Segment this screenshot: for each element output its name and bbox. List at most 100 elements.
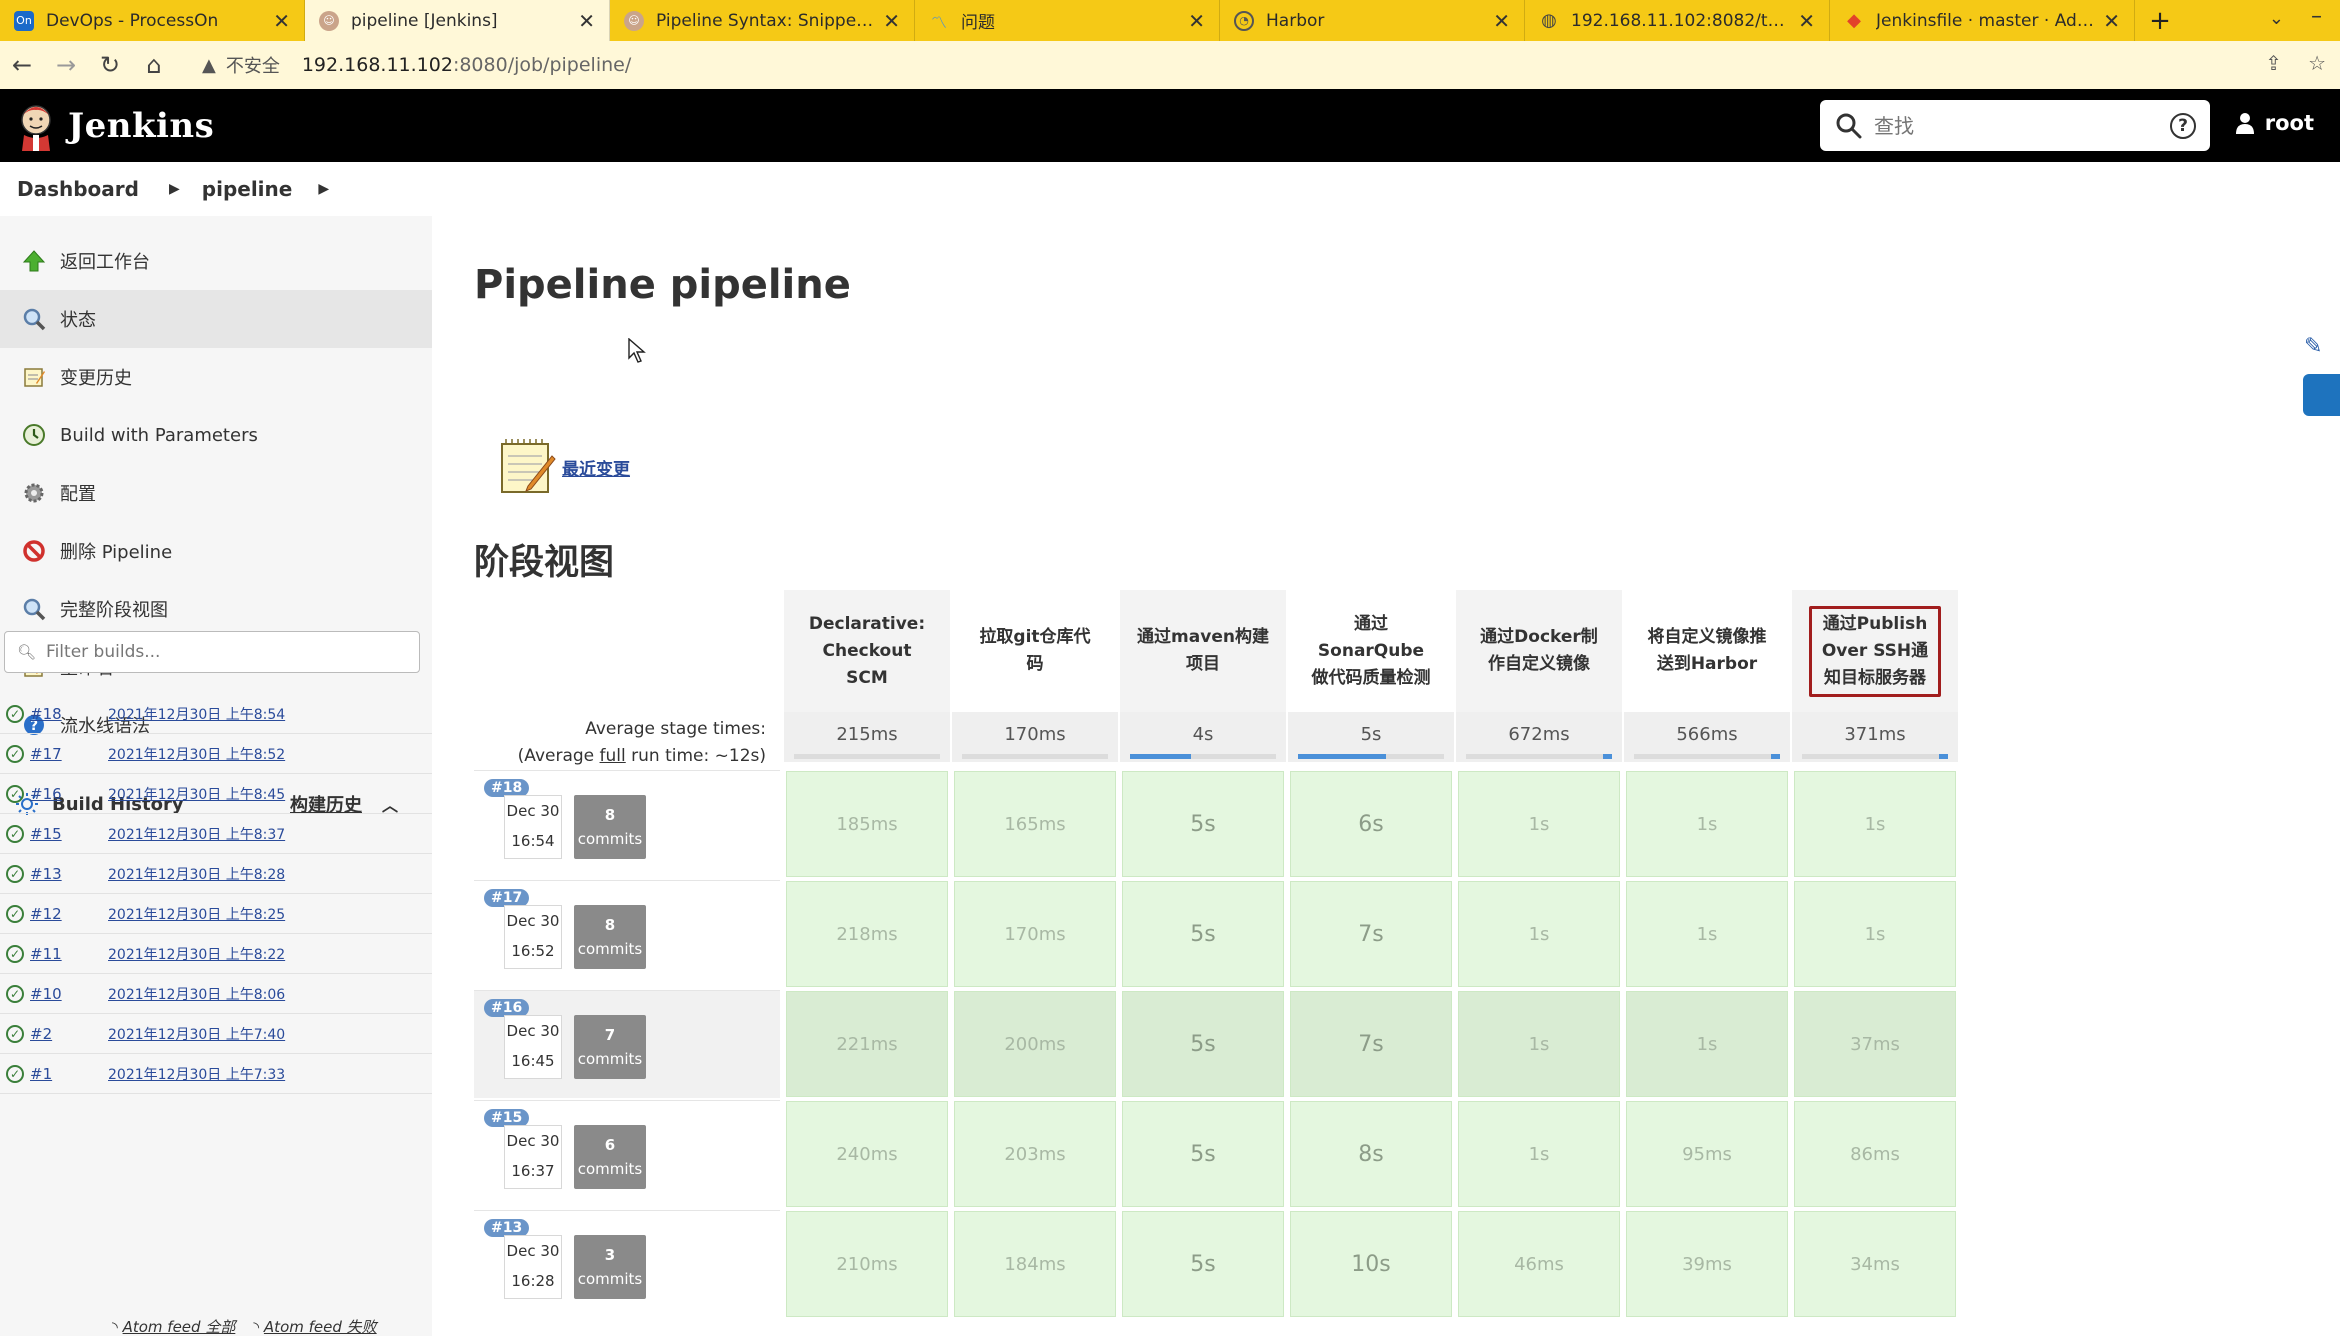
stage-cell-success[interactable]: 170ms	[954, 881, 1116, 987]
run-commits-button[interactable]: 8 commits	[574, 905, 646, 969]
browser-tab[interactable]: ◔ Harbor ✕	[1220, 0, 1525, 41]
stage-cell-success[interactable]: 1s	[1794, 881, 1956, 987]
build-number-link[interactable]: #13	[30, 865, 108, 883]
chevron-right-icon[interactable]: ▶	[169, 181, 180, 197]
stage-cell-success[interactable]: 46ms	[1458, 1211, 1620, 1317]
run-commits-button[interactable]: 6 commits	[574, 1125, 646, 1189]
build-history-row[interactable]: ✓ #2 2021年12月30日 上午7:40	[0, 1014, 432, 1054]
stage-cell-success[interactable]: 1s	[1458, 991, 1620, 1097]
stage-cell-success[interactable]: 5s	[1122, 1211, 1284, 1317]
build-date-link[interactable]: 2021年12月30日 上午7:33	[108, 1064, 285, 1084]
sidebar-item-delete-pipeline[interactable]: 删除 Pipeline	[0, 522, 432, 580]
build-date-link[interactable]: 2021年12月30日 上午8:28	[108, 864, 285, 884]
edit-description-button[interactable]	[2303, 374, 2340, 416]
stage-cell-success[interactable]: 185ms	[786, 771, 948, 877]
build-history-row[interactable]: ✓ #16 2021年12月30日 上午8:45	[0, 774, 432, 814]
stage-cell-success[interactable]: 6s	[1290, 771, 1452, 877]
browser-tab[interactable]: ◍ 192.168.11.102:8082/test ✕	[1525, 0, 1830, 41]
search-box[interactable]: ?	[1820, 100, 2210, 151]
forward-icon[interactable]: →	[44, 51, 88, 79]
stage-cell-success[interactable]: 165ms	[954, 771, 1116, 877]
stage-cell-success[interactable]: 1s	[1626, 881, 1788, 987]
jenkins-title[interactable]: Jenkins	[68, 106, 214, 146]
stage-cell-success[interactable]: 1s	[1626, 991, 1788, 1097]
browser-tab-active[interactable]: ☺ pipeline [Jenkins] ✕	[305, 0, 610, 41]
stage-cell-success[interactable]: 240ms	[786, 1101, 948, 1207]
browser-tab[interactable]: ☺ Pipeline Syntax: Snippet Gene ✕	[610, 0, 915, 41]
sidebar-item-back-to-dashboard[interactable]: 返回工作台	[0, 232, 432, 290]
close-icon[interactable]: ✕	[1798, 9, 1815, 33]
bookmark-star-icon[interactable]: ☆	[2308, 51, 2326, 75]
build-number-link[interactable]: #18	[30, 705, 108, 723]
build-date-link[interactable]: 2021年12月30日 上午7:40	[108, 1024, 285, 1044]
stage-cell-success[interactable]: 5s	[1122, 881, 1284, 987]
reload-icon[interactable]: ↻	[88, 51, 132, 79]
filter-builds-input[interactable]: 🔍︎ Filter builds...	[4, 631, 420, 673]
stage-cell-success[interactable]: 203ms	[954, 1101, 1116, 1207]
close-icon[interactable]: ✕	[273, 9, 290, 33]
breadcrumb-dashboard[interactable]: Dashboard	[17, 177, 139, 201]
build-number-link[interactable]: #2	[30, 1025, 108, 1043]
browser-tab[interactable]: 〽 问题 ✕	[915, 0, 1220, 41]
sidebar-item-full-stage-view[interactable]: 完整阶段视图	[0, 580, 432, 638]
stage-cell-success[interactable]: 1s	[1458, 881, 1620, 987]
build-number-link[interactable]: #1	[30, 1065, 108, 1083]
stage-cell-success[interactable]: 7s	[1290, 991, 1452, 1097]
chevron-down-icon[interactable]: ⌄	[2269, 8, 2284, 29]
build-number-link[interactable]: #17	[30, 745, 108, 763]
build-date-link[interactable]: 2021年12月30日 上午8:06	[108, 984, 285, 1004]
build-number-link[interactable]: #16	[30, 785, 108, 803]
pencil-icon[interactable]: ✎	[2304, 334, 2322, 359]
build-history-row[interactable]: ✓ #10 2021年12月30日 上午8:06	[0, 974, 432, 1014]
build-date-link[interactable]: 2021年12月30日 上午8:52	[108, 744, 285, 764]
stage-cell-success[interactable]: 184ms	[954, 1211, 1116, 1317]
build-date-link[interactable]: 2021年12月30日 上午8:22	[108, 944, 285, 964]
stage-cell-success[interactable]: 5s	[1122, 991, 1284, 1097]
sidebar-item-status[interactable]: 状态	[0, 290, 432, 348]
stage-cell-success[interactable]: 7s	[1290, 881, 1452, 987]
build-number-link[interactable]: #12	[30, 905, 108, 923]
stage-cell-success[interactable]: 1s	[1794, 771, 1956, 877]
stage-cell-success[interactable]: 8s	[1290, 1101, 1452, 1207]
sidebar-item-configure[interactable]: 配置	[0, 464, 432, 522]
recent-changes-link[interactable]: 最近变更	[562, 455, 630, 480]
browser-tab[interactable]: On DevOps - ProcessOn ✕	[0, 0, 305, 41]
build-date-link[interactable]: 2021年12月30日 上午8:54	[108, 704, 285, 724]
stage-cell-success[interactable]: 5s	[1122, 771, 1284, 877]
minimize-icon[interactable]: –	[2311, 4, 2322, 29]
stage-cell-success[interactable]: 86ms	[1794, 1101, 1956, 1207]
stage-cell-success[interactable]: 200ms	[954, 991, 1116, 1097]
stage-cell-success[interactable]: 221ms	[786, 991, 948, 1097]
stage-cell-success[interactable]: 210ms	[786, 1211, 948, 1317]
build-history-row[interactable]: ✓ #15 2021年12月30日 上午8:37	[0, 814, 432, 854]
close-icon[interactable]: ✕	[1188, 9, 1205, 33]
atom-feed-fail-link[interactable]: ◝ Atom feed 失败	[253, 1316, 376, 1337]
build-history-row[interactable]: ✓ #1 2021年12月30日 上午7:33	[0, 1054, 432, 1094]
stage-cell-success[interactable]: 1s	[1458, 771, 1620, 877]
stage-cell-success[interactable]: 1s	[1458, 1101, 1620, 1207]
stage-cell-success[interactable]: 10s	[1290, 1211, 1452, 1317]
jenkins-logo-icon[interactable]	[16, 101, 56, 151]
atom-feed-all-link[interactable]: ◝ Atom feed 全部	[112, 1316, 235, 1337]
build-number-link[interactable]: #10	[30, 985, 108, 1003]
breadcrumb-pipeline[interactable]: pipeline	[202, 177, 293, 201]
build-date-link[interactable]: 2021年12月30日 上午8:25	[108, 904, 285, 924]
search-input[interactable]	[1872, 112, 2170, 139]
close-icon[interactable]: ✕	[578, 9, 595, 33]
help-icon[interactable]: ?	[2170, 112, 2196, 139]
home-icon[interactable]: ⌂	[132, 51, 176, 79]
security-indicator[interactable]: ▲ 不安全	[202, 52, 280, 78]
stage-cell-success[interactable]: 218ms	[786, 881, 948, 987]
build-date-link[interactable]: 2021年12月30日 上午8:37	[108, 824, 285, 844]
stage-cell-success[interactable]: 37ms	[1794, 991, 1956, 1097]
new-tab-button[interactable]: +	[2135, 0, 2185, 41]
build-history-row[interactable]: ✓ #13 2021年12月30日 上午8:28	[0, 854, 432, 894]
chevron-right-icon[interactable]: ▶	[318, 181, 329, 197]
run-commits-button[interactable]: 8 commits	[574, 795, 646, 859]
build-history-row[interactable]: ✓ #17 2021年12月30日 上午8:52	[0, 734, 432, 774]
user-menu[interactable]: root	[2235, 111, 2314, 135]
stage-cell-success[interactable]: 34ms	[1794, 1211, 1956, 1317]
build-date-link[interactable]: 2021年12月30日 上午8:45	[108, 784, 285, 804]
build-history-row[interactable]: ✓ #11 2021年12月30日 上午8:22	[0, 934, 432, 974]
avg-full-link[interactable]: full	[600, 746, 626, 766]
